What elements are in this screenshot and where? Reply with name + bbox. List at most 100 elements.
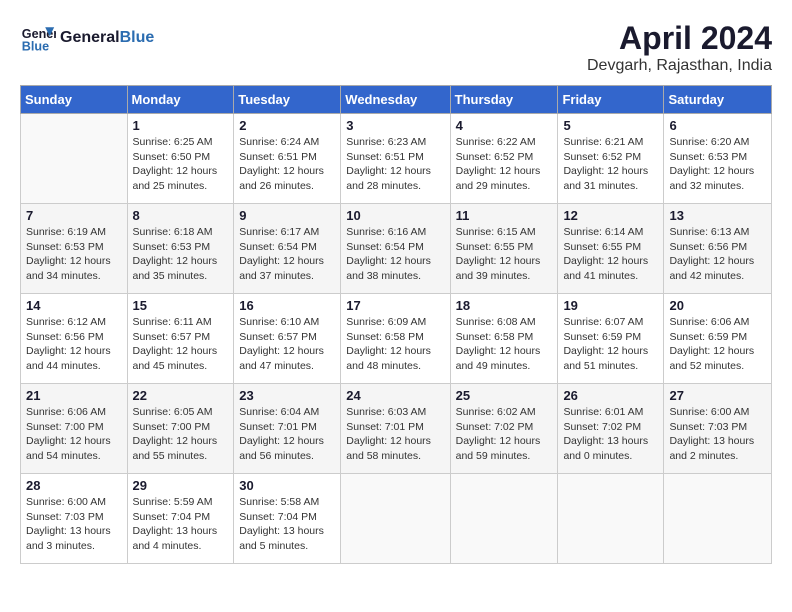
logo-blue-text: Blue [120,29,155,46]
calendar-week-row: 14Sunrise: 6:12 AM Sunset: 6:56 PM Dayli… [21,294,772,384]
day-number: 22 [133,388,229,403]
calendar-cell: 12Sunrise: 6:14 AM Sunset: 6:55 PM Dayli… [558,204,664,294]
calendar-cell: 13 Sunrise: 6:13 AM Sunset: 6:56 PM Dayli… [664,204,772,294]
logo-general-text: General [60,29,120,46]
day-info: Sunrise: 6:00 AM Sunset: 7:03 PM Dayligh… [669,405,766,464]
day-info: Sunrise: 6:10 AM Sunset: 6:57 PM Dayligh… [239,315,335,374]
calendar-cell: 1 Sunrise: 6:25 AM Sunset: 6:50 PM Daylig… [127,114,234,204]
day-number: 30 [239,478,335,493]
day-info: Sunrise: 5:58 AM Sunset: 7:04 PM Dayligh… [239,495,335,554]
calendar-week-row: 28Sunrise: 6:00 AM Sunset: 7:03 PM Dayli… [21,474,772,564]
calendar-cell: 18 Sunrise: 6:08 AM Sunset: 6:58 PM Dayli… [450,294,558,384]
day-number: 5 [563,118,658,133]
logo-icon: General Blue [20,20,56,56]
day-info: Sunrise: 6:06 AM Sunset: 6:59 PM Dayligh… [669,315,766,374]
day-number: 27 [669,388,766,403]
day-number: 3 [346,118,444,133]
calendar-cell: 6Sunrise: 6:20 AM Sunset: 6:53 PM Daylig… [664,114,772,204]
day-number: 2 [239,118,335,133]
day-info: Sunrise: 6:24 AM Sunset: 6:51 PM Dayligh… [239,135,335,194]
calendar-cell: 20Sunrise: 6:06 AM Sunset: 6:59 PM Dayli… [664,294,772,384]
day-number: 24 [346,388,444,403]
svg-text:Blue: Blue [22,40,49,54]
calendar-cell: 15 Sunrise: 6:11 AM Sunset: 6:57 PM Dayli… [127,294,234,384]
calendar-cell: 14Sunrise: 6:12 AM Sunset: 6:56 PM Dayli… [21,294,128,384]
calendar-cell: 16 Sunrise: 6:10 AM Sunset: 6:57 PM Dayli… [234,294,341,384]
day-info: Sunrise: 6:12 AM Sunset: 6:56 PM Dayligh… [26,315,122,374]
page-header: General Blue GeneralBlue April 2024 Devg… [20,20,772,75]
calendar-cell [450,474,558,564]
calendar-cell: 23 Sunrise: 6:04 AM Sunset: 7:01 PM Dayli… [234,384,341,474]
calendar-table: SundayMondayTuesdayWednesdayThursdayFrid… [20,85,772,564]
calendar-cell: 9 Sunrise: 6:17 AM Sunset: 6:54 PM Daylig… [234,204,341,294]
day-number: 17 [346,298,444,313]
calendar-cell: 29 Sunrise: 5:59 AM Sunset: 7:04 PM Dayli… [127,474,234,564]
day-header-sunday: Sunday [21,86,128,114]
day-number: 21 [26,388,122,403]
calendar-cell [341,474,450,564]
location: Devgarh, Rajasthan, India [587,57,772,75]
day-info: Sunrise: 6:11 AM Sunset: 6:57 PM Dayligh… [133,315,229,374]
calendar-cell: 22 Sunrise: 6:05 AM Sunset: 7:00 PM Dayli… [127,384,234,474]
day-header-thursday: Thursday [450,86,558,114]
day-info: Sunrise: 6:02 AM Sunset: 7:02 PM Dayligh… [456,405,553,464]
calendar-header-row: SundayMondayTuesdayWednesdayThursdayFrid… [21,86,772,114]
day-number: 23 [239,388,335,403]
calendar-cell: 21Sunrise: 6:06 AM Sunset: 7:00 PM Dayli… [21,384,128,474]
calendar-cell [21,114,128,204]
calendar-week-row: 1 Sunrise: 6:25 AM Sunset: 6:50 PM Daylig… [21,114,772,204]
day-info: Sunrise: 6:04 AM Sunset: 7:01 PM Dayligh… [239,405,335,464]
calendar-cell: 30 Sunrise: 5:58 AM Sunset: 7:04 PM Dayli… [234,474,341,564]
calendar-week-row: 7 Sunrise: 6:19 AM Sunset: 6:53 PM Daylig… [21,204,772,294]
day-info: Sunrise: 6:18 AM Sunset: 6:53 PM Dayligh… [133,225,229,284]
day-number: 25 [456,388,553,403]
day-number: 16 [239,298,335,313]
calendar-cell: 3 Sunrise: 6:23 AM Sunset: 6:51 PM Daylig… [341,114,450,204]
day-info: Sunrise: 6:21 AM Sunset: 6:52 PM Dayligh… [563,135,658,194]
day-info: Sunrise: 6:05 AM Sunset: 7:00 PM Dayligh… [133,405,229,464]
day-header-saturday: Saturday [664,86,772,114]
day-info: Sunrise: 6:20 AM Sunset: 6:53 PM Dayligh… [669,135,766,194]
day-header-wednesday: Wednesday [341,86,450,114]
day-info: Sunrise: 6:08 AM Sunset: 6:58 PM Dayligh… [456,315,553,374]
day-number: 18 [456,298,553,313]
day-info: Sunrise: 6:22 AM Sunset: 6:52 PM Dayligh… [456,135,553,194]
day-header-tuesday: Tuesday [234,86,341,114]
day-number: 8 [133,208,229,223]
day-number: 13 [669,208,766,223]
day-number: 19 [563,298,658,313]
calendar-cell: 11Sunrise: 6:15 AM Sunset: 6:55 PM Dayli… [450,204,558,294]
calendar-cell: 4 Sunrise: 6:22 AM Sunset: 6:52 PM Daylig… [450,114,558,204]
day-number: 4 [456,118,553,133]
calendar-cell: 17 Sunrise: 6:09 AM Sunset: 6:58 PM Dayli… [341,294,450,384]
day-number: 1 [133,118,229,133]
day-info: Sunrise: 6:01 AM Sunset: 7:02 PM Dayligh… [563,405,658,464]
day-number: 29 [133,478,229,493]
day-info: Sunrise: 5:59 AM Sunset: 7:04 PM Dayligh… [133,495,229,554]
day-info: Sunrise: 6:19 AM Sunset: 6:53 PM Dayligh… [26,225,122,284]
calendar-cell: 27 Sunrise: 6:00 AM Sunset: 7:03 PM Dayli… [664,384,772,474]
day-number: 15 [133,298,229,313]
day-info: Sunrise: 6:13 AM Sunset: 6:56 PM Dayligh… [669,225,766,284]
day-number: 7 [26,208,122,223]
calendar-cell: 28Sunrise: 6:00 AM Sunset: 7:03 PM Dayli… [21,474,128,564]
day-header-monday: Monday [127,86,234,114]
calendar-cell: 10Sunrise: 6:16 AM Sunset: 6:54 PM Dayli… [341,204,450,294]
calendar-cell: 25 Sunrise: 6:02 AM Sunset: 7:02 PM Dayli… [450,384,558,474]
calendar-week-row: 21Sunrise: 6:06 AM Sunset: 7:00 PM Dayli… [21,384,772,474]
day-info: Sunrise: 6:09 AM Sunset: 6:58 PM Dayligh… [346,315,444,374]
calendar-cell: 8 Sunrise: 6:18 AM Sunset: 6:53 PM Daylig… [127,204,234,294]
day-number: 11 [456,208,553,223]
day-info: Sunrise: 6:17 AM Sunset: 6:54 PM Dayligh… [239,225,335,284]
day-number: 9 [239,208,335,223]
calendar-cell: 26 Sunrise: 6:01 AM Sunset: 7:02 PM Dayli… [558,384,664,474]
day-info: Sunrise: 6:23 AM Sunset: 6:51 PM Dayligh… [346,135,444,194]
day-info: Sunrise: 6:00 AM Sunset: 7:03 PM Dayligh… [26,495,122,554]
day-info: Sunrise: 6:14 AM Sunset: 6:55 PM Dayligh… [563,225,658,284]
calendar-cell: 24Sunrise: 6:03 AM Sunset: 7:01 PM Dayli… [341,384,450,474]
day-info: Sunrise: 6:07 AM Sunset: 6:59 PM Dayligh… [563,315,658,374]
day-number: 26 [563,388,658,403]
day-info: Sunrise: 6:16 AM Sunset: 6:54 PM Dayligh… [346,225,444,284]
day-info: Sunrise: 6:25 AM Sunset: 6:50 PM Dayligh… [133,135,229,194]
calendar-cell [558,474,664,564]
